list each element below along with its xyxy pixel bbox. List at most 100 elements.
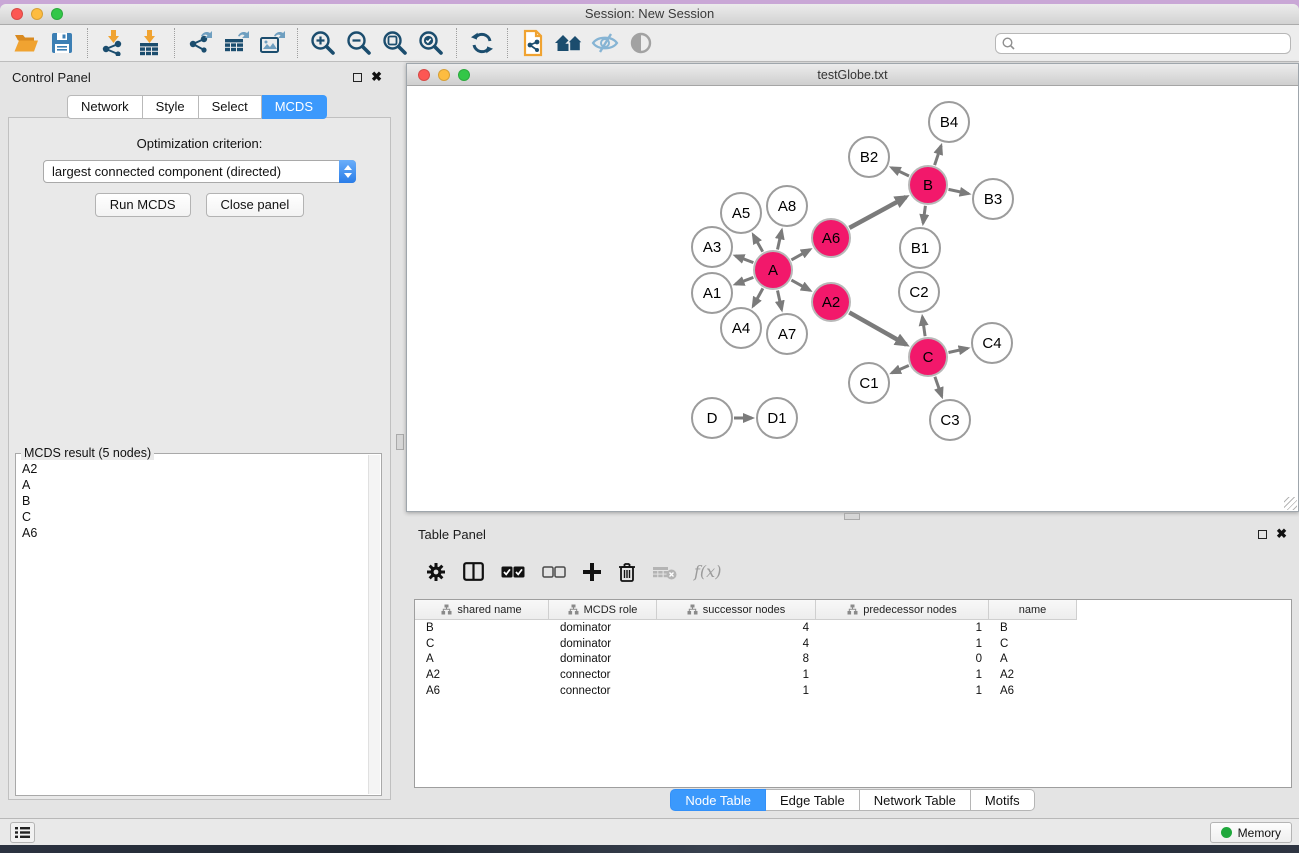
- show-hide-button[interactable]: [587, 28, 623, 58]
- close-panel-button[interactable]: Close panel: [206, 193, 305, 217]
- zoom-network-button[interactable]: [458, 69, 470, 81]
- node-A[interactable]: A: [754, 251, 792, 289]
- task-history-button[interactable]: [10, 822, 35, 843]
- memory-button[interactable]: Memory: [1210, 822, 1292, 843]
- node-A5[interactable]: A5: [721, 193, 761, 233]
- tab-node-table[interactable]: Node Table: [670, 789, 766, 811]
- node-A3[interactable]: A3: [692, 227, 732, 267]
- node-A4[interactable]: A4: [721, 308, 761, 348]
- float-panel-icon[interactable]: [353, 73, 362, 82]
- table-cell[interactable]: B: [415, 622, 549, 634]
- save-session-button[interactable]: [44, 28, 80, 58]
- close-network-button[interactable]: [418, 69, 430, 81]
- table-cell[interactable]: A6: [989, 685, 1077, 697]
- select-all-checks-button[interactable]: [501, 566, 525, 578]
- float-panel-icon[interactable]: [1258, 530, 1267, 539]
- edge-A-A4[interactable]: [753, 288, 763, 306]
- edge-C-C3[interactable]: [935, 377, 942, 397]
- edge-C-C2[interactable]: [922, 317, 925, 336]
- table-row[interactable]: Cdominator41C: [415, 636, 1291, 652]
- tab-select[interactable]: Select: [199, 95, 262, 119]
- table-cell[interactable]: 1: [816, 622, 989, 634]
- edge-B-B4[interactable]: [935, 146, 942, 165]
- close-panel-icon[interactable]: ✖: [371, 72, 382, 82]
- home-view-button[interactable]: [551, 28, 587, 58]
- node-A1[interactable]: A1: [692, 273, 732, 313]
- zoom-in-button[interactable]: [305, 28, 341, 58]
- edge-A-A3[interactable]: [735, 256, 753, 263]
- table-settings-button[interactable]: [426, 562, 446, 582]
- column-header-MCDS-role[interactable]: MCDS role: [549, 600, 657, 619]
- minimize-window-button[interactable]: [31, 8, 43, 20]
- table-cell[interactable]: dominator: [549, 638, 657, 650]
- table-cell[interactable]: B: [989, 622, 1077, 634]
- node-B[interactable]: B: [909, 166, 947, 204]
- edge-A-A2[interactable]: [791, 280, 810, 290]
- delete-column-button[interactable]: [618, 562, 636, 582]
- column-header-name[interactable]: name: [989, 600, 1077, 619]
- tab-motifs[interactable]: Motifs: [971, 789, 1035, 811]
- edge-C-C4[interactable]: [949, 348, 968, 352]
- export-image-button[interactable]: [254, 28, 290, 58]
- table-row[interactable]: A6connector11A6: [415, 683, 1291, 699]
- node-B3[interactable]: B3: [973, 179, 1013, 219]
- table-row[interactable]: A2connector11A2: [415, 667, 1291, 683]
- split-divider-horizontal[interactable]: [406, 512, 1299, 521]
- table-cell[interactable]: A: [415, 653, 549, 665]
- criterion-dropdown[interactable]: largest connected component (directed): [43, 160, 356, 183]
- table-cell[interactable]: 8: [657, 653, 816, 665]
- divider-handle[interactable]: [396, 434, 404, 450]
- split-divider-vertical[interactable]: [394, 62, 406, 818]
- open-session-button[interactable]: [8, 28, 44, 58]
- node-C3[interactable]: C3: [930, 400, 970, 440]
- table-cell[interactable]: 1: [816, 669, 989, 681]
- mcds-result-item[interactable]: A: [22, 477, 368, 493]
- zoom-window-button[interactable]: [51, 8, 63, 20]
- mcds-result-item[interactable]: C: [22, 509, 368, 525]
- table-cell[interactable]: 4: [657, 622, 816, 634]
- table-cell[interactable]: 1: [657, 669, 816, 681]
- divider-handle[interactable]: [844, 513, 860, 520]
- edge-A6-B[interactable]: [849, 197, 906, 228]
- clear-checks-button[interactable]: [542, 566, 566, 578]
- split-columns-button[interactable]: [463, 562, 484, 581]
- table-row[interactable]: Bdominator41B: [415, 620, 1291, 636]
- table-cell[interactable]: A2: [415, 669, 549, 681]
- preview-button[interactable]: [623, 28, 659, 58]
- search-field[interactable]: [995, 33, 1291, 54]
- node-D1[interactable]: D1: [757, 398, 797, 438]
- edge-B-B3[interactable]: [949, 189, 969, 193]
- edge-A-A8[interactable]: [778, 230, 782, 249]
- tab-edge-table[interactable]: Edge Table: [766, 789, 860, 811]
- tab-network-table[interactable]: Network Table: [860, 789, 971, 811]
- resize-grip[interactable]: [1284, 497, 1297, 510]
- edge-B-B1[interactable]: [923, 206, 925, 223]
- node-A8[interactable]: A8: [767, 186, 807, 226]
- edge-A-A6[interactable]: [791, 250, 810, 260]
- column-header-successor-nodes[interactable]: successor nodes: [657, 600, 816, 619]
- edge-A-A5[interactable]: [753, 235, 763, 252]
- export-table-button[interactable]: [218, 28, 254, 58]
- table-row[interactable]: Adominator80A: [415, 651, 1291, 667]
- node-C[interactable]: C: [909, 338, 947, 376]
- minimize-network-button[interactable]: [438, 69, 450, 81]
- network-canvas[interactable]: B4B2BB3A8A5A6A3B1AC2A1A2A4A7C4CC1DD1C3: [407, 87, 1298, 511]
- table-cell[interactable]: A6: [415, 685, 549, 697]
- edge-A2-C[interactable]: [849, 312, 906, 344]
- tab-mcds[interactable]: MCDS: [262, 95, 327, 119]
- refresh-button[interactable]: [464, 28, 500, 58]
- clone-network-button[interactable]: [515, 28, 551, 58]
- run-mcds-button[interactable]: Run MCDS: [95, 193, 191, 217]
- mcds-result-item[interactable]: A6: [22, 525, 368, 541]
- table-cell[interactable]: C: [415, 638, 549, 650]
- node-C1[interactable]: C1: [849, 363, 889, 403]
- table-cell[interactable]: connector: [549, 669, 657, 681]
- zoom-fit-button[interactable]: [377, 28, 413, 58]
- node-B4[interactable]: B4: [929, 102, 969, 142]
- edge-B-B2[interactable]: [892, 168, 909, 176]
- table-cell[interactable]: connector: [549, 685, 657, 697]
- table-cell[interactable]: A2: [989, 669, 1077, 681]
- close-window-button[interactable]: [11, 8, 23, 20]
- zoom-selected-button[interactable]: [413, 28, 449, 58]
- search-input[interactable]: [1019, 36, 1284, 50]
